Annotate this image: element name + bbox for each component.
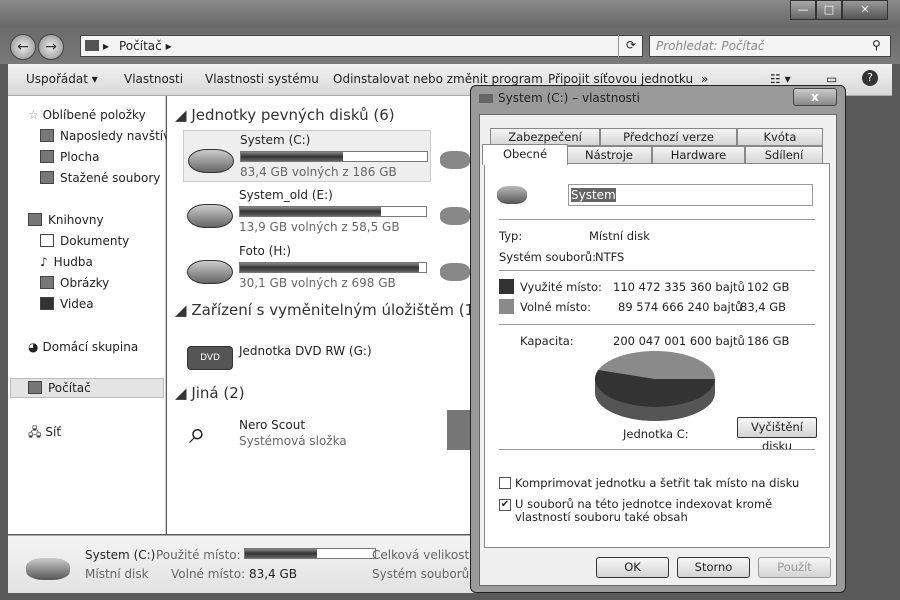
system-drive-icon bbox=[26, 558, 70, 580]
recent-icon bbox=[40, 129, 54, 142]
sidebar-item-music[interactable]: ♪ Hudba bbox=[40, 255, 93, 269]
sidebar-item-favorites[interactable]: ☆ Oblíbené položky bbox=[28, 108, 146, 122]
usage-bar bbox=[240, 151, 428, 162]
content-pane: ◢ Jednotky pevných disků (6) System (C:)… bbox=[167, 96, 480, 534]
breadcrumb[interactable]: Počítač bbox=[119, 39, 162, 53]
system-drive-icon bbox=[497, 186, 527, 204]
downloads-icon bbox=[40, 171, 54, 184]
sidebar-item-documents[interactable]: Dokumenty bbox=[40, 234, 129, 248]
pictures-icon bbox=[40, 276, 54, 289]
tab-hardware[interactable]: Hardware bbox=[652, 146, 745, 164]
computer-icon bbox=[85, 40, 99, 51]
back-button[interactable]: ← bbox=[10, 34, 36, 60]
group-header-other[interactable]: ◢ Jiná (2) bbox=[175, 384, 245, 402]
properties-button[interactable]: Vlastnosti bbox=[124, 72, 183, 86]
free-space-swatch bbox=[499, 299, 514, 314]
dialog-title: System (C:) – vlastnosti bbox=[498, 91, 640, 105]
system-drive-icon bbox=[188, 149, 234, 173]
usage-bar bbox=[239, 206, 427, 217]
sidebar-item-desktop[interactable]: Plocha bbox=[40, 150, 99, 164]
maximize-button[interactable]: □ bbox=[816, 0, 842, 20]
more-button[interactable]: » bbox=[701, 72, 708, 86]
tab-sharing[interactable]: Sdílení bbox=[745, 146, 823, 164]
dialog-body: Zabezpečení Předchozí verze Kvóta Nástro… bbox=[479, 114, 837, 586]
preview-pane-icon[interactable]: ▭ bbox=[826, 72, 837, 86]
video-icon bbox=[40, 297, 54, 310]
homegroup-icon: ◕ bbox=[28, 340, 39, 354]
address-bar[interactable]: ▸ Počítač ▸ bbox=[80, 35, 643, 57]
drive-item[interactable]: System_old (E:) 13,9 GB volných z 58,5 GB bbox=[183, 186, 433, 238]
sidebar-item-network[interactable]: 🖧 Síť bbox=[28, 423, 61, 444]
details-pane: System (C:) Místní disk Použité místo: V… bbox=[8, 535, 478, 593]
volume-name-input[interactable]: System bbox=[568, 184, 813, 206]
computer-icon bbox=[28, 381, 42, 394]
cancel-button[interactable]: Storno bbox=[677, 557, 750, 578]
music-icon: ♪ bbox=[40, 255, 48, 269]
usage-bar bbox=[244, 548, 376, 559]
search-input[interactable]: Prohledat: Počítač bbox=[649, 35, 891, 57]
dvd-icon: DVD bbox=[187, 346, 233, 370]
desktop-icon bbox=[40, 150, 54, 163]
refresh-button[interactable]: ⟳ bbox=[618, 35, 643, 57]
hard-drive-icon bbox=[187, 260, 233, 284]
organize-button[interactable]: Uspořádat ▾ bbox=[26, 72, 98, 86]
map-drive-button[interactable]: Připojit síťovou jednotku bbox=[548, 72, 693, 86]
tab-general[interactable]: Obecné bbox=[482, 144, 568, 165]
drive-item[interactable]: System (C:) 83,4 GB volných z 186 GB bbox=[183, 130, 431, 182]
apply-button[interactable]: Použít bbox=[758, 557, 831, 578]
folder-icon bbox=[447, 410, 471, 450]
disk-usage-pie bbox=[595, 351, 715, 421]
group-header-hard-disks[interactable]: ◢ Jednotky pevných disků (6) bbox=[175, 106, 395, 124]
document-icon bbox=[40, 234, 54, 247]
tab-tools[interactable]: Nástroje bbox=[566, 146, 652, 164]
used-space-swatch bbox=[499, 279, 514, 294]
general-panel: System Typ: Místní disk Systém souborů: NT… bbox=[484, 163, 830, 548]
uninstall-button[interactable]: Odinstalovat nebo změnit program bbox=[333, 72, 543, 86]
star-icon: ☆ bbox=[28, 108, 39, 122]
sidebar-item-recent[interactable]: Naposledy navštívené bbox=[40, 129, 166, 143]
hard-drive-icon bbox=[440, 207, 470, 225]
dialog-close-button[interactable]: x bbox=[793, 88, 837, 106]
close-button[interactable]: ✕ bbox=[842, 0, 888, 20]
group-header-removable[interactable]: ◢ Zařízení s vyměnitelným úložištěm (1) bbox=[175, 301, 480, 319]
disk-cleanup-button[interactable]: Vyčištění disku bbox=[737, 417, 817, 453]
ok-button[interactable]: OK bbox=[596, 557, 669, 578]
drive-icon bbox=[479, 94, 493, 103]
sidebar-item-pictures[interactable]: Obrázky bbox=[40, 276, 109, 290]
sidebar-item-downloads[interactable]: Stažené soubory bbox=[40, 171, 160, 185]
tab-quota[interactable]: Kvóta bbox=[737, 128, 823, 146]
dvd-drive-item[interactable]: DVD Jednotka DVD RW (G:) bbox=[183, 328, 433, 380]
sidebar-item-homegroup[interactable]: ◕ Domácí skupina bbox=[28, 340, 138, 354]
navigation-pane: ☆ Oblíbené položky Naposledy navštívené … bbox=[8, 96, 166, 534]
hard-drive-icon bbox=[440, 151, 470, 169]
network-icon: 🖧 bbox=[28, 425, 42, 439]
sidebar-item-videos[interactable]: Videa bbox=[40, 297, 94, 311]
help-icon[interactable]: ? bbox=[862, 70, 878, 86]
compress-checkbox[interactable] bbox=[499, 477, 511, 489]
libraries-icon bbox=[28, 213, 42, 226]
hard-drive-icon bbox=[440, 263, 470, 281]
search-icon: ⚲ bbox=[872, 38, 881, 52]
view-options-icon[interactable]: ☷ ▾ bbox=[770, 72, 791, 86]
sidebar-item-computer[interactable]: Počítač bbox=[10, 378, 164, 398]
usage-bar bbox=[239, 262, 427, 273]
sidebar-item-libraries[interactable]: Knihovny bbox=[28, 213, 104, 227]
minimize-button[interactable]: — bbox=[790, 0, 816, 20]
magnifier-icon: ⌕ bbox=[189, 416, 206, 451]
forward-button[interactable]: → bbox=[38, 34, 64, 60]
other-item[interactable]: ⌕ Nero Scout Systémová složka bbox=[183, 412, 433, 464]
drive-item[interactable]: Foto (H:) 30,1 GB volných z 698 GB bbox=[183, 242, 433, 294]
index-checkbox[interactable]: ✔ bbox=[499, 499, 511, 511]
properties-dialog: System (C:) – vlastnosti x Zabezpečení P… bbox=[470, 85, 846, 593]
hard-drive-icon bbox=[187, 204, 233, 228]
system-properties-button[interactable]: Vlastnosti systému bbox=[205, 72, 319, 86]
free-space: Volné místo: 83,4 GB bbox=[171, 567, 298, 581]
tab-previous-versions[interactable]: Předchozí verze bbox=[600, 128, 737, 146]
breadcrumb-arrow-icon: ▸ bbox=[103, 39, 110, 53]
